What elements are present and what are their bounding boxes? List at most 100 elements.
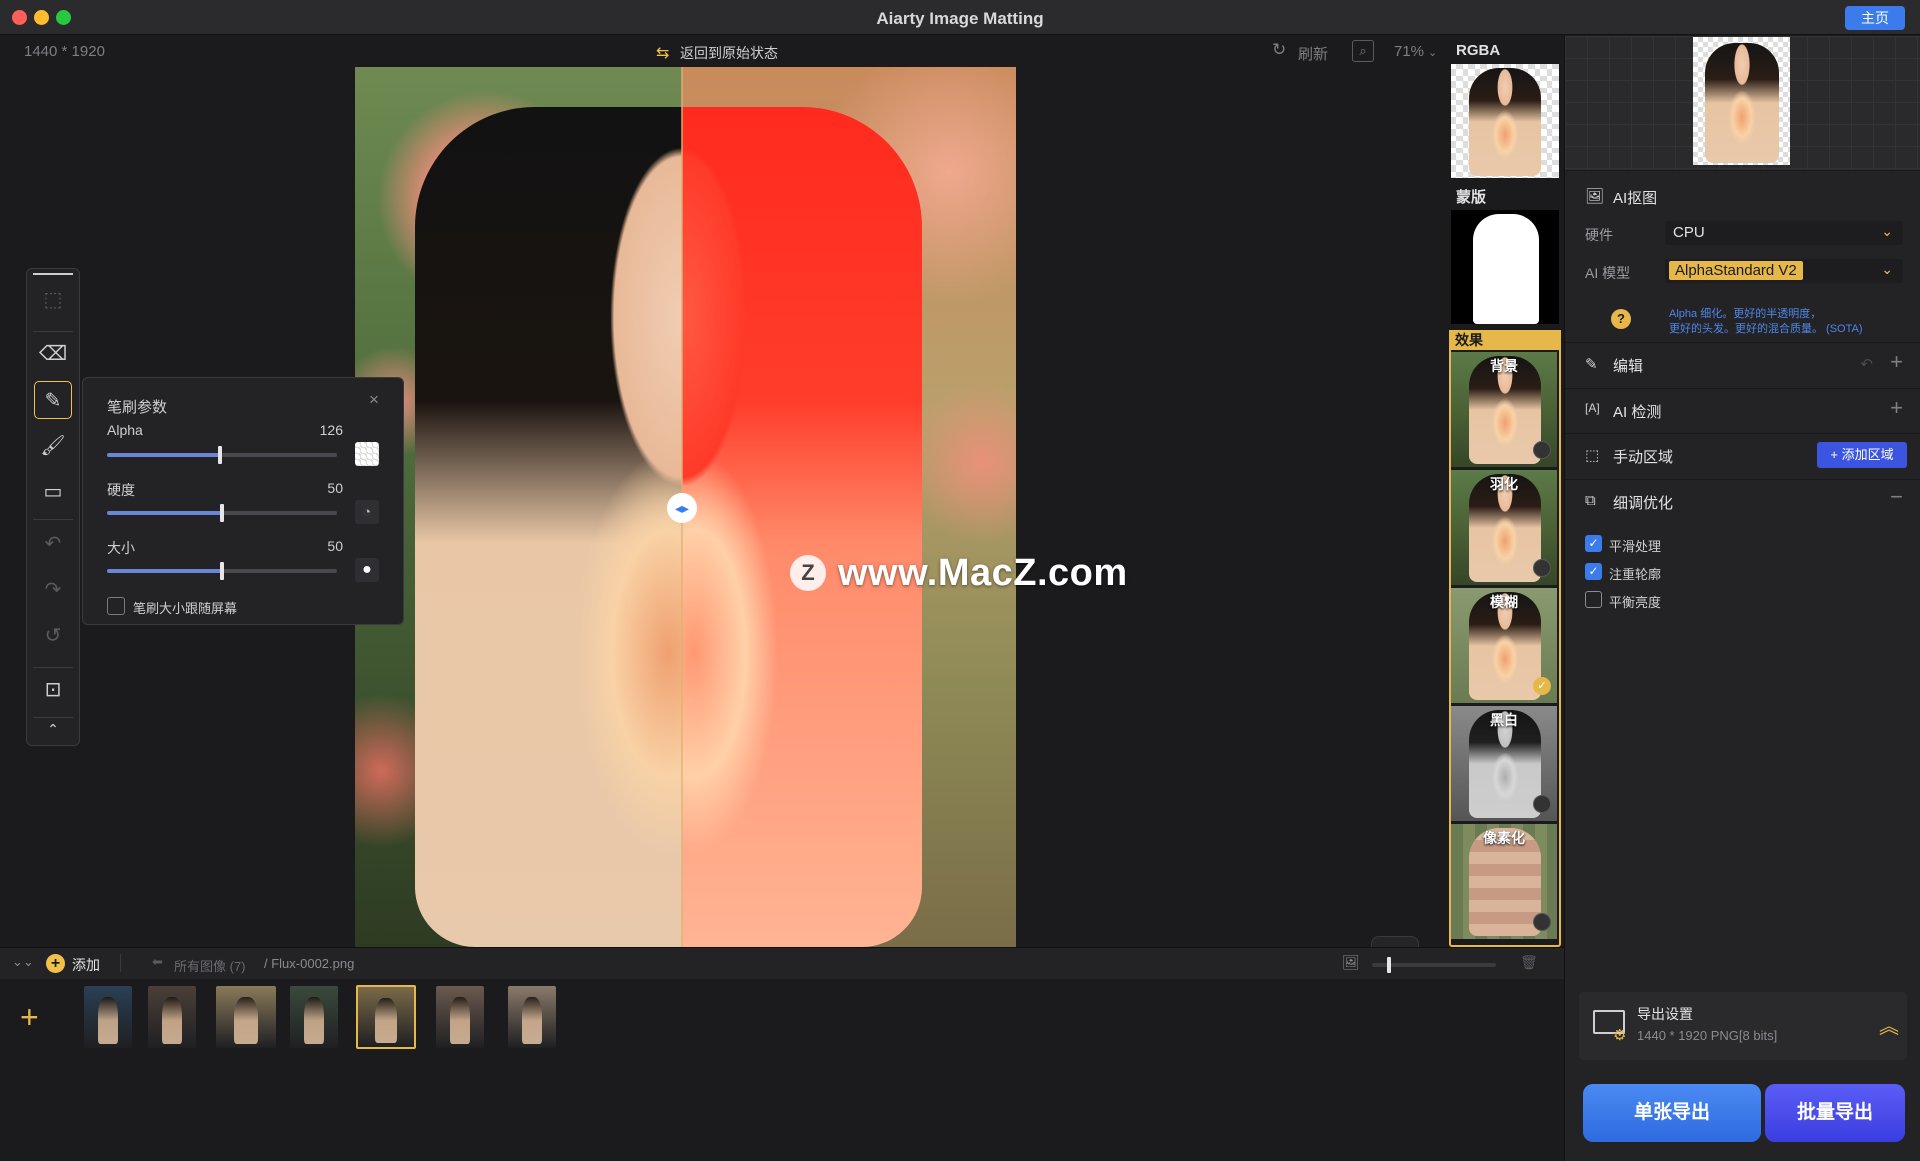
close-icon[interactable]: × xyxy=(369,390,379,410)
effect-radio[interactable] xyxy=(1533,441,1551,459)
filmstrip-thumbnail-flower-girl[interactable] xyxy=(356,985,416,1049)
plus-icon[interactable]: + xyxy=(1890,349,1903,375)
zoom-chevron-icon[interactable]: ⌄ xyxy=(1428,46,1437,59)
hardware-select[interactable]: CPU ⌄ xyxy=(1665,221,1903,245)
thumbnail-figure xyxy=(522,997,542,1045)
filmstrip: + xyxy=(0,979,1564,1161)
hardness-value: 50 xyxy=(327,480,343,496)
effect-radio[interactable] xyxy=(1533,913,1551,931)
edit-title: 编辑 xyxy=(1613,358,1644,375)
transparency-icon xyxy=(355,442,379,466)
effect-bw[interactable]: 黑白 xyxy=(1451,706,1557,821)
zoom-level[interactable]: 71% xyxy=(1394,43,1424,60)
ai-detect-section[interactable]: [A] AI 检测 + xyxy=(1565,388,1920,433)
undo-icon[interactable]: ↶ xyxy=(1860,355,1873,373)
chevron-down-icon: ⌄ xyxy=(1881,223,1893,239)
brush-params-panel: 笔刷参数 × Alpha 126 硬度 50 ◔ 大小 50 ● 笔刷大小跟随屏… xyxy=(82,377,404,625)
model-select[interactable]: AlphaStandard V2 ⌄ xyxy=(1665,259,1903,283)
filmstrip-thumbnail-rocks[interactable] xyxy=(148,986,196,1048)
effect-feather[interactable]: 羽化 xyxy=(1451,470,1557,585)
add-image-icon[interactable]: + xyxy=(20,999,39,1036)
breadcrumb-file: / Flux-0002.png xyxy=(264,956,355,971)
single-export-button[interactable]: 单张导出 xyxy=(1583,1084,1761,1142)
paint-roller-icon[interactable]: ▭ xyxy=(34,473,72,511)
tool-palette: ⬚ ⌫ ✎ 🖌 ▭ ↶ ↷ ↺ ⊡ ⌃ xyxy=(26,268,80,746)
canvas-toolbar: 1440 * 1920 ⇆ 返回到原始状态 ↻ 刷新 ⌕ 71% ⌄ xyxy=(0,36,1448,67)
edit-section[interactable]: ✎ 编辑 ↶ + xyxy=(1565,342,1920,387)
rgba-label: RGBA xyxy=(1456,42,1501,59)
rgba-thumbnail[interactable] xyxy=(1451,64,1559,178)
dashed-selection-icon: ⬚ xyxy=(1585,447,1600,464)
filmstrip-thumbnail-forest-woman[interactable] xyxy=(290,986,338,1048)
check-icon[interactable]: ✓ xyxy=(1533,677,1551,695)
plus-icon[interactable]: + xyxy=(1890,395,1903,421)
refresh-button[interactable]: 刷新 xyxy=(1298,43,1328,64)
divider xyxy=(33,331,73,332)
effect-pixelate[interactable]: 像素化 xyxy=(1451,824,1557,939)
gear-icon: ⚙ xyxy=(1613,1027,1627,1044)
crop-select-icon[interactable]: ⬚ xyxy=(34,281,72,319)
follow-screen-checkbox[interactable] xyxy=(107,597,125,615)
reset-button[interactable]: 返回到原始状态 xyxy=(680,43,778,63)
divider xyxy=(120,954,121,972)
filmstrip-thumbnail-jellyfish[interactable] xyxy=(84,986,132,1048)
effect-blur[interactable]: 模糊 ✓ xyxy=(1451,588,1557,703)
brush-icon[interactable]: ✎ xyxy=(34,381,72,419)
watermark-text: www.MacZ.com xyxy=(838,552,1128,594)
plus-icon: + xyxy=(1830,447,1842,462)
zoom-search-icon[interactable]: ⌕ xyxy=(1352,40,1374,62)
contour-label: 注重轮廓 xyxy=(1609,567,1662,582)
undo-icon[interactable]: ↶ xyxy=(34,525,72,563)
ai-matting-section: 🖼 AI抠图 硬件 CPU ⌄ AI 模型 AlphaStandard V2 ⌄… xyxy=(1565,170,1920,370)
result-thumbnail[interactable] xyxy=(1693,37,1790,165)
fit-screen-icon[interactable]: ⊡ xyxy=(34,671,72,709)
mask-thumbnail[interactable] xyxy=(1451,210,1559,324)
size-slider[interactable] xyxy=(107,562,337,580)
filmstrip-thumbnail-bicycle[interactable] xyxy=(216,986,276,1048)
chevron-down-icon: ⌄ xyxy=(1881,261,1893,277)
hardness-icon: ◔ xyxy=(355,500,379,524)
smooth-checkbox[interactable]: ✓ xyxy=(1585,535,1602,552)
thumbnail-figure xyxy=(374,997,398,1044)
alpha-slider[interactable] xyxy=(107,446,337,464)
chevron-up-icon[interactable]: ︽ xyxy=(1879,1010,1899,1039)
effect-background[interactable]: 背景 xyxy=(1451,352,1557,467)
hardness-slider[interactable] xyxy=(107,504,337,522)
image-preview[interactable]: ◂▸ xyxy=(355,67,1016,947)
add-button[interactable]: 添加 xyxy=(72,955,100,975)
refresh-icon[interactable]: ↻ xyxy=(1272,40,1286,60)
eraser-icon[interactable]: ⌫ xyxy=(34,335,72,373)
ai-detect-icon: [A] xyxy=(1585,401,1600,415)
collapse-icon[interactable]: ⌄⌄ xyxy=(12,954,34,970)
smudge-brush-icon[interactable]: 🖌 xyxy=(34,427,72,465)
filmstrip-thumbnail-portrait-2[interactable] xyxy=(508,986,556,1048)
add-region-button[interactable]: + 添加区域 xyxy=(1817,442,1907,468)
manual-region-title: 手动区域 xyxy=(1613,449,1674,466)
trash-icon[interactable]: 🗑 xyxy=(1520,954,1538,971)
effect-radio[interactable] xyxy=(1533,559,1551,577)
collapse-up-icon[interactable]: ⌃ xyxy=(34,715,72,743)
help-icon[interactable]: ? xyxy=(1611,309,1631,329)
filmstrip-thumbnail-portrait-1[interactable] xyxy=(436,986,484,1048)
reset-icon[interactable]: ↺ xyxy=(34,617,72,655)
minus-icon[interactable]: − xyxy=(1890,484,1903,510)
export-settings[interactable]: ⚙ 导出设置 1440 * 1920 PNG[8 bits] ︽ xyxy=(1579,992,1907,1060)
palette-grip[interactable] xyxy=(33,273,73,275)
add-icon[interactable]: + xyxy=(46,954,65,973)
effect-radio[interactable] xyxy=(1533,795,1551,813)
compare-handle-icon[interactable]: ◂▸ xyxy=(667,493,697,523)
manual-region-section[interactable]: ⬚ 手动区域 + 添加区域 xyxy=(1565,433,1920,478)
home-button[interactable]: 主页 xyxy=(1845,6,1905,30)
batch-export-button[interactable]: 批量导出 xyxy=(1765,1084,1905,1142)
subject-original xyxy=(415,107,682,947)
brightness-checkbox[interactable] xyxy=(1585,591,1602,608)
subject-mask-overlay xyxy=(682,107,922,947)
contour-checkbox[interactable]: ✓ xyxy=(1585,563,1602,580)
ai-matting-title: AI抠图 xyxy=(1613,190,1658,207)
title-bar: Aiarty Image Matting 主页 xyxy=(0,0,1920,35)
thumbnail-size-slider[interactable] xyxy=(1372,957,1496,973)
back-arrow-icon[interactable]: ⬅ xyxy=(152,954,163,970)
redo-icon[interactable]: ↷ xyxy=(34,571,72,609)
refine-icon: ⧉ xyxy=(1585,492,1596,509)
breadcrumb-all[interactable]: 所有图像 (7) xyxy=(174,956,246,975)
